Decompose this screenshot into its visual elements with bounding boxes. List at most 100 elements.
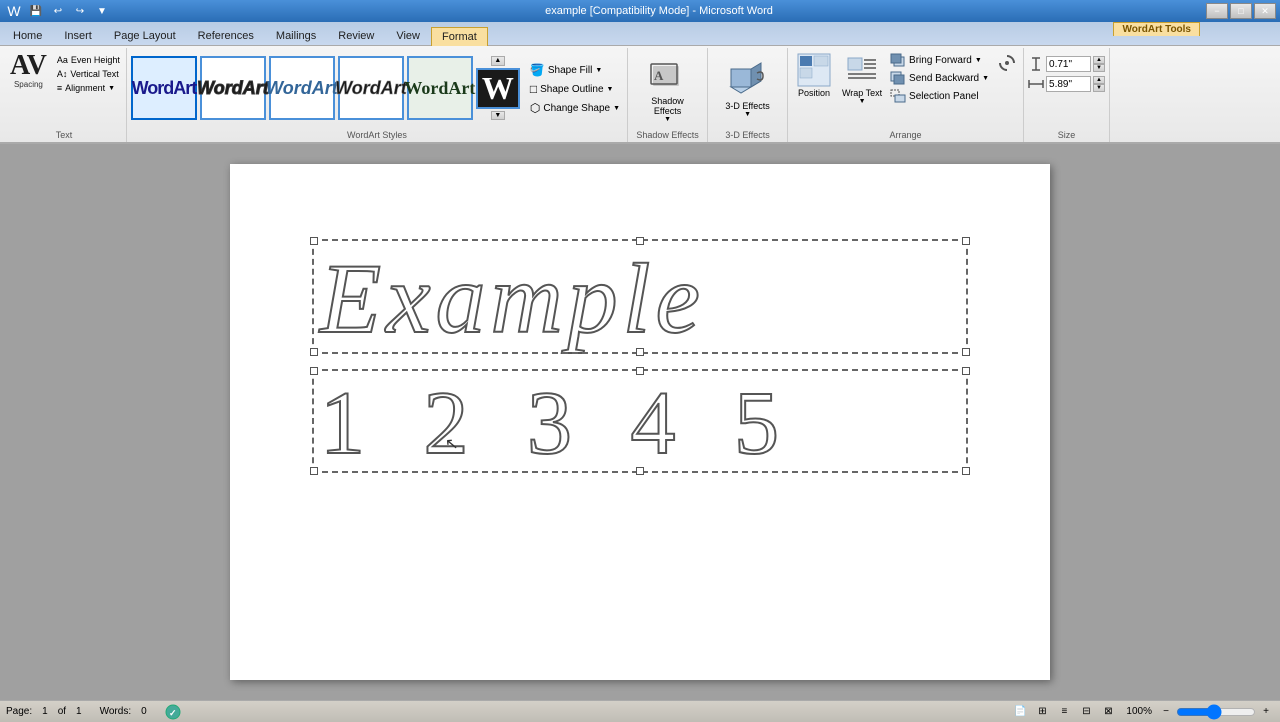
layout-icon-5[interactable]: ⊠ [1100,705,1116,719]
wordart-scroll-up[interactable]: ▲ [491,56,505,66]
position-btn[interactable]: Position [792,50,836,100]
text-group: AV Spacing Aa Even Height A↕ Vertical Te… [2,48,127,142]
height-spinners: ▲ ▼ [1093,56,1105,72]
handle-tl[interactable] [310,237,318,245]
restore-button[interactable]: □ [1230,3,1252,19]
customize-quick-btn[interactable]: ▼ [92,2,112,20]
document-area: Example 1 2 3 4 5 [0,144,1280,700]
alignment-btn[interactable]: ≡ Alignment ▼ [55,82,122,94]
numbers-handle-br[interactable] [962,467,970,475]
page-label: Page: [6,706,32,717]
change-shape-icon: ⬡ [530,101,540,115]
vertical-text-btn[interactable]: A↕ Vertical Text [55,68,122,80]
numbers-handle-tr[interactable] [962,367,970,375]
bring-forward-icon [890,53,906,67]
word-icon: W [4,2,24,20]
wordart-container: Example 1 2 3 4 5 [320,244,960,473]
shape-fill-arrow: ▼ [595,67,602,74]
spell-check-icon[interactable]: ✓ [165,704,181,720]
status-right: 📄 ⊞ ≡ ⊟ ⊠ 100% − + [1012,705,1274,719]
handle-br[interactable] [962,348,970,356]
width-input[interactable] [1046,76,1091,92]
av-spacing-button[interactable]: AV Spacing [6,50,51,91]
wordart-style-3[interactable]: WordArt [269,56,335,120]
numbers-handle-bl[interactable] [310,467,318,475]
three-d-effects-group: 3-D Effects ▼ 3-D Effects [708,48,788,142]
shadow-effects-btn[interactable]: A Shadow Effects ▼ [640,52,696,125]
wordart-style-5[interactable]: WordArt [407,56,473,120]
shape-outline-btn[interactable]: □ Shape Outline ▼ [527,81,623,97]
selection-panel-btn[interactable]: Selection Panel [888,88,991,104]
wordart-numbers-wrapper[interactable]: 1 2 3 4 5 ↖ [320,374,960,473]
wordart-tools-label: WordArt Tools [1113,22,1200,36]
zoom-slider[interactable] [1176,706,1256,718]
wrap-text-btn[interactable]: Wrap Text ▼ [840,50,884,107]
height-up-btn[interactable]: ▲ [1093,56,1105,64]
handle-tr[interactable] [962,237,970,245]
change-shape-btn[interactable]: ⬡ Change Shape ▼ [527,100,623,116]
layout-icon-3[interactable]: ≡ [1056,705,1072,719]
position-icon [796,52,832,88]
arrange-sub-btns: Bring Forward ▼ Send Backward ▼ [888,50,991,104]
words-label: Words: [100,706,132,717]
wordart-example-wrapper[interactable]: Example [320,244,960,354]
numbers-handle-tl[interactable] [310,367,318,375]
height-row: ▲ ▼ [1028,56,1105,72]
rotate-btn[interactable] [995,52,1019,74]
minimize-button[interactable]: − [1206,3,1228,19]
undo-quick-btn[interactable]: ↩ [48,2,68,20]
bring-forward-btn[interactable]: Bring Forward ▼ [888,52,991,68]
height-icon [1028,57,1044,71]
tab-review[interactable]: Review [327,26,385,45]
even-height-btn[interactable]: Aa Even Height [55,54,122,66]
redo-quick-btn[interactable]: ↪ [70,2,90,20]
text-options: Aa Even Height A↕ Vertical Text ≡ Alignm… [55,50,122,94]
layout-icon-4[interactable]: ⊟ [1078,705,1094,719]
layout-icon-1[interactable]: 📄 [1012,705,1028,719]
tab-home[interactable]: Home [2,26,53,45]
tab-page-layout[interactable]: Page Layout [103,26,187,45]
three-d-label: 3-D Effects [725,101,769,111]
send-backward-btn[interactable]: Send Backward ▼ [888,70,991,86]
page[interactable]: Example 1 2 3 4 5 [230,164,1050,680]
wordart-example[interactable]: Example [320,244,960,354]
quick-access-toolbar: W 💾 ↩ ↪ ▼ [4,2,112,20]
bring-forward-arrow: ▼ [975,57,982,64]
tab-insert[interactable]: Insert [53,26,103,45]
width-spinners: ▲ ▼ [1093,76,1105,92]
of-label: of [58,706,66,717]
tab-format[interactable]: Format [431,27,488,46]
zoom-level: 100% [1126,706,1152,717]
wordart-numbers[interactable]: 1 2 3 4 5 [320,374,960,473]
three-d-effects-btn[interactable]: 3-D Effects ▼ [720,57,776,120]
handle-bl[interactable] [310,348,318,356]
save-quick-btn[interactable]: 💾 [26,2,46,20]
wordart-w-style[interactable]: W [476,68,520,109]
wrap-text-icon [844,52,880,88]
zoom-out-btn[interactable]: − [1158,705,1174,719]
shadow-effects-group-label: Shadow Effects [628,130,707,140]
tab-references[interactable]: References [187,26,265,45]
zoom-in-btn[interactable]: + [1258,705,1274,719]
total-pages: 1 [76,706,82,717]
shape-options: 🪣 Shape Fill ▼ □ Shape Outline ▼ ⬡ Chang… [523,60,623,116]
wordart-style-1[interactable]: WordArt [131,56,197,120]
wordart-scroll-down[interactable]: ▼ [491,111,505,121]
shadow-effects-arrow: ▼ [664,116,671,123]
word-count: 0 [141,706,147,717]
tab-view[interactable]: View [385,26,431,45]
wordart-style-2[interactable]: WordArt [200,56,266,120]
shadow-effects-label: Shadow Effects [642,96,694,116]
window-title: example [Compatibility Mode] - Microsoft… [112,5,1206,17]
shape-fill-btn[interactable]: 🪣 Shape Fill ▼ [527,62,623,78]
width-down-btn[interactable]: ▼ [1093,84,1105,92]
svg-text:A: A [654,68,664,83]
wordart-style-4[interactable]: WordArt [338,56,404,120]
height-down-btn[interactable]: ▼ [1093,64,1105,72]
width-up-btn[interactable]: ▲ [1093,76,1105,84]
layout-icon-2[interactable]: ⊞ [1034,705,1050,719]
tab-mailings[interactable]: Mailings [265,26,327,45]
close-button[interactable]: ✕ [1254,3,1276,19]
height-input[interactable] [1046,56,1091,72]
shadow-effects-icon: A [647,54,689,96]
